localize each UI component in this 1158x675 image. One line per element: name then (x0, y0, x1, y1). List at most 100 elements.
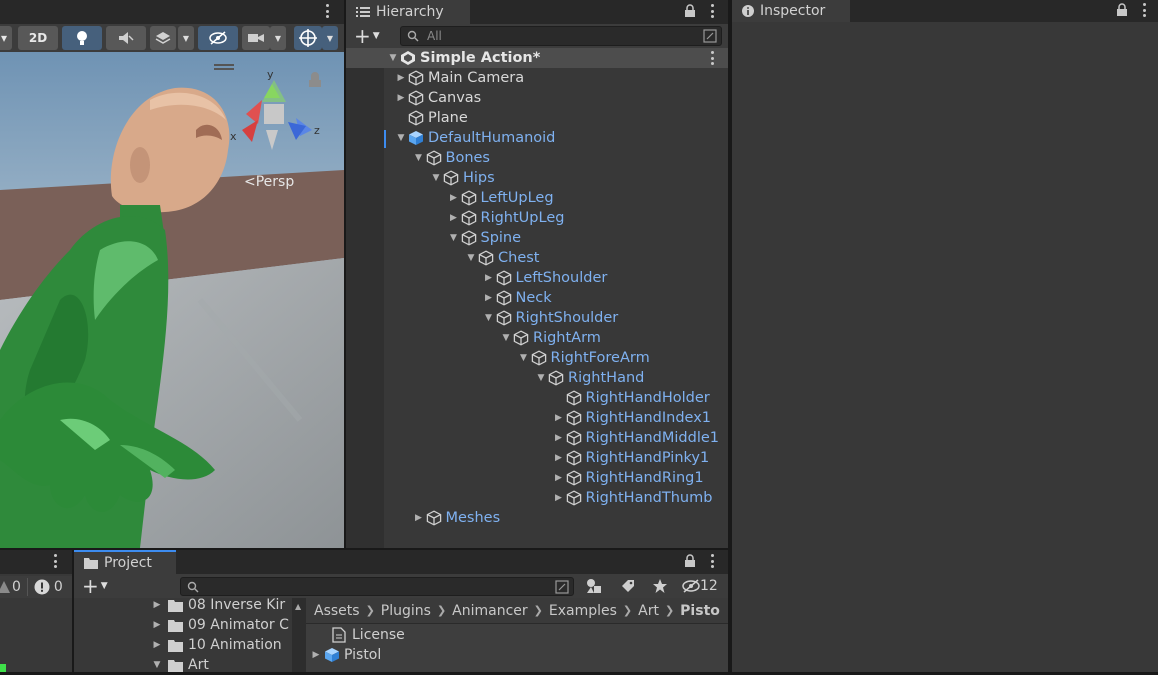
asset-item[interactable]: License (306, 625, 405, 645)
hidden-packages-toggle[interactable]: 12 (682, 576, 718, 596)
asset-item[interactable]: ▶ Pistol (306, 645, 382, 665)
project-lock-icon[interactable] (684, 554, 696, 568)
collapsed-arrow-icon[interactable]: ▶ (308, 650, 324, 660)
gizmos-toggle-button[interactable] (294, 26, 322, 50)
project-menu-kebab-icon[interactable] (710, 554, 714, 568)
scene-view[interactable]: y x z <Persp (0, 0, 344, 548)
folder-tree-item[interactable]: ▶ 10 Animation (74, 635, 282, 655)
hierarchy-search-input[interactable]: All (400, 26, 722, 46)
collapsed-arrow-icon[interactable]: ▶ (447, 213, 461, 223)
expanded-arrow-icon[interactable]: ▼ (429, 173, 443, 183)
hierarchy-item[interactable]: ▶ RightHandRing1 (346, 468, 728, 488)
scene-menu-kebab-icon[interactable] (325, 4, 329, 18)
favorite-star-icon[interactable] (652, 578, 668, 594)
hierarchy-item[interactable]: ▼ RightHand (346, 368, 728, 388)
effects-dropdown-button[interactable]: ▼ (178, 26, 194, 50)
scene-header-row[interactable]: ▼ Simple Action* (346, 48, 728, 68)
camera-dropdown-button[interactable]: ▼ (270, 26, 286, 50)
collapsed-arrow-icon[interactable]: ▶ (447, 193, 461, 203)
hierarchy-item[interactable]: ▼ Hips (346, 168, 728, 188)
breadcrumb-item[interactable]: Assets (310, 603, 364, 619)
expanded-arrow-icon[interactable]: ▼ (447, 233, 461, 243)
hierarchy-item[interactable]: ▼ Chest (346, 248, 728, 268)
hierarchy-item[interactable]: ▶ Canvas (346, 88, 728, 108)
console-menu-kebab-icon[interactable] (53, 554, 57, 568)
breadcrumb-item[interactable]: Art (634, 603, 663, 619)
scroll-up-arrow-icon[interactable]: ▲ (295, 602, 301, 611)
gizmos-dropdown-button[interactable]: ▼ (322, 26, 338, 50)
hierarchy-item[interactable]: ▶ RightHandThumb (346, 488, 728, 508)
search-options-icon[interactable] (555, 580, 569, 594)
hierarchy-item[interactable]: ▶ RightHandPinky1 (346, 448, 728, 468)
project-tab[interactable]: Project (74, 550, 176, 574)
expanded-arrow-icon[interactable]: ▼ (517, 353, 531, 363)
hierarchy-item[interactable]: ▼ Bones (346, 148, 728, 168)
search-options-icon[interactable] (703, 29, 717, 43)
collapsed-arrow-icon[interactable]: ▶ (482, 293, 496, 303)
collapsed-arrow-icon[interactable]: ▶ (412, 513, 426, 523)
expanded-arrow-icon[interactable]: ▼ (394, 133, 408, 143)
hierarchy-item[interactable]: Plane (346, 108, 728, 128)
error-icon[interactable] (34, 579, 50, 595)
breadcrumb-item[interactable]: Pisto (676, 603, 724, 619)
hierarchy-item[interactable]: ▼ RightForeArm (346, 348, 728, 368)
scene-row-kebab-icon[interactable] (710, 51, 714, 65)
persp-label[interactable]: <Persp (244, 174, 294, 190)
inspector-menu-kebab-icon[interactable] (1142, 3, 1146, 17)
hierarchy-item[interactable]: ▶ RightHandIndex1 (346, 408, 728, 428)
breadcrumb-item[interactable]: Animancer (448, 603, 532, 619)
project-create-button[interactable]: + ▼ (82, 574, 114, 598)
search-by-type-icon[interactable] (586, 578, 602, 594)
breadcrumb-item[interactable]: Examples (545, 603, 621, 619)
hierarchy-item[interactable]: ▼ RightShoulder (346, 308, 728, 328)
hierarchy-item[interactable]: ▶ RightUpLeg (346, 208, 728, 228)
camera-button[interactable] (242, 26, 270, 50)
toggle-2d-button[interactable]: 2D (18, 26, 58, 50)
collapsed-arrow-icon[interactable]: ▶ (150, 620, 164, 630)
collapsed-arrow-icon[interactable]: ▶ (394, 73, 408, 83)
expanded-arrow-icon[interactable]: ▼ (386, 53, 400, 63)
folder-tree-item[interactable]: ▼ Art (74, 655, 209, 675)
expanded-arrow-icon[interactable]: ▼ (412, 153, 426, 163)
hierarchy-item[interactable]: ▼ RightArm (346, 328, 728, 348)
hierarchy-item[interactable]: ▶ Main Camera (346, 68, 728, 88)
expanded-arrow-icon[interactable]: ▼ (499, 333, 513, 343)
collapsed-arrow-icon[interactable]: ▶ (482, 273, 496, 283)
collapsed-arrow-icon[interactable]: ▶ (552, 473, 566, 483)
collapsed-arrow-icon[interactable]: ▶ (552, 493, 566, 503)
hierarchy-tab[interactable]: Hierarchy (346, 0, 470, 24)
create-add-button[interactable]: + ▼ (354, 24, 386, 48)
hierarchy-item[interactable]: ▼ Spine (346, 228, 728, 248)
collapsed-arrow-icon[interactable]: ▶ (394, 93, 408, 103)
warning-icon[interactable] (0, 580, 10, 594)
expanded-arrow-icon[interactable]: ▼ (464, 253, 478, 263)
lighting-toggle-button[interactable] (62, 26, 102, 50)
hierarchy-item[interactable]: RightHandHolder (346, 388, 728, 408)
collapsed-arrow-icon[interactable]: ▶ (552, 433, 566, 443)
audio-toggle-button[interactable] (106, 26, 146, 50)
lock-icon[interactable] (684, 4, 696, 18)
collapsed-arrow-icon[interactable]: ▶ (150, 640, 164, 650)
hierarchy-item[interactable]: ▶ Neck (346, 288, 728, 308)
hierarchy-menu-kebab-icon[interactable] (710, 4, 714, 18)
scene-viewport-render[interactable]: y x z (0, 0, 344, 548)
inspector-tab[interactable]: Inspector (732, 0, 850, 22)
project-splitter-scrollbar[interactable]: ▲ (292, 598, 306, 672)
breadcrumb-item[interactable]: Plugins (377, 603, 435, 619)
expanded-arrow-icon[interactable]: ▼ (482, 313, 496, 323)
hierarchy-item[interactable]: ▶ RightHandMiddle1 (346, 428, 728, 448)
hierarchy-item[interactable]: ▶ Meshes (346, 508, 728, 528)
folder-tree-item[interactable]: ▶ 09 Animator C (74, 615, 289, 635)
collapsed-arrow-icon[interactable]: ▶ (150, 600, 164, 610)
hierarchy-item[interactable]: ▶ LeftShoulder (346, 268, 728, 288)
expanded-arrow-icon[interactable]: ▼ (534, 373, 548, 383)
label-tag-icon[interactable] (620, 578, 636, 594)
collapsed-arrow-icon[interactable]: ▶ (552, 453, 566, 463)
hierarchy-item[interactable]: ▼ DefaultHumanoid (346, 128, 728, 148)
shading-dropdown-button[interactable]: ▾ (0, 26, 12, 50)
folder-tree-item[interactable]: ▶ 08 Inverse Kir (74, 595, 286, 615)
scene-visibility-button[interactable] (198, 26, 238, 50)
expanded-arrow-icon[interactable]: ▼ (150, 660, 164, 670)
hierarchy-item[interactable]: ▶ LeftUpLeg (346, 188, 728, 208)
collapsed-arrow-icon[interactable]: ▶ (552, 413, 566, 423)
